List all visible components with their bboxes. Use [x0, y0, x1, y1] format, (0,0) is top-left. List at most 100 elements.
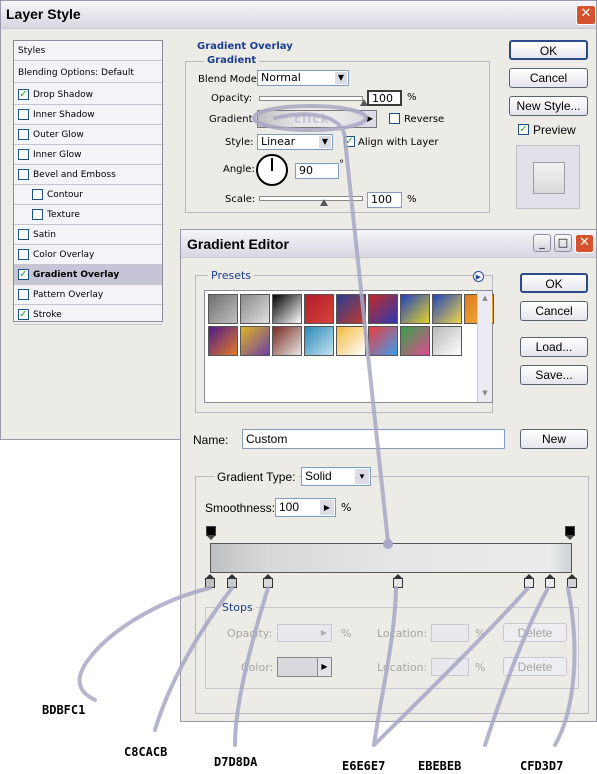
- style-item-texture[interactable]: Texture: [14, 205, 162, 225]
- color-stop[interactable]: [567, 574, 577, 588]
- smoothness-input[interactable]: 100 ▶: [275, 498, 336, 517]
- style-item-checkbox[interactable]: [32, 189, 43, 200]
- scroll-up-icon[interactable]: ▲: [479, 292, 491, 304]
- save-button[interactable]: Save...: [520, 365, 588, 385]
- minimize-icon[interactable]: _: [533, 234, 551, 252]
- angle-input[interactable]: 90: [295, 163, 339, 179]
- scale-slider[interactable]: [259, 196, 363, 206]
- load-button[interactable]: Load...: [520, 337, 588, 357]
- scale-input[interactable]: 100: [367, 192, 402, 208]
- stop-opacity-arrow-icon[interactable]: ▶: [318, 626, 330, 640]
- preset-swatch[interactable]: [272, 294, 302, 324]
- preset-swatch[interactable]: [368, 294, 398, 324]
- style-item-checkbox[interactable]: ✓: [18, 89, 29, 100]
- preset-swatch[interactable]: [208, 326, 238, 356]
- gradient-preview-button[interactable]: click ▶: [257, 110, 377, 128]
- preset-swatch[interactable]: [240, 326, 270, 356]
- style-item-checkbox[interactable]: [18, 249, 29, 260]
- preset-swatch[interactable]: [336, 294, 366, 324]
- preset-swatch[interactable]: [368, 326, 398, 356]
- style-item-checkbox[interactable]: [18, 229, 29, 240]
- chevron-down-icon: ▼: [355, 469, 369, 484]
- stop-opacity-location-input[interactable]: [431, 624, 469, 642]
- blending-options-item[interactable]: Blending Options: Default: [14, 63, 162, 83]
- style-item-checkbox[interactable]: [18, 289, 29, 300]
- style-item-inner-glow[interactable]: Inner Glow: [14, 145, 162, 165]
- gradient-type-select[interactable]: Solid ▼: [301, 467, 371, 486]
- style-item-stroke[interactable]: ✓ Stroke: [14, 305, 162, 325]
- stop-opacity-input[interactable]: ▶: [277, 624, 332, 642]
- gradient-picker-icon[interactable]: ▶: [364, 111, 376, 127]
- gradient-editor-cancel-button[interactable]: Cancel: [520, 301, 588, 321]
- style-item-pattern-overlay[interactable]: Pattern Overlay: [14, 285, 162, 305]
- stop-color-arrow-icon[interactable]: ▶: [317, 658, 331, 676]
- preset-swatch[interactable]: [208, 294, 238, 324]
- preset-swatch[interactable]: [400, 294, 430, 324]
- preview-checkbox[interactable]: ✓: [518, 124, 529, 135]
- style-item-checkbox[interactable]: ✓: [18, 269, 29, 280]
- style-item-checkbox[interactable]: [18, 169, 29, 180]
- color-stop[interactable]: [393, 574, 404, 588]
- style-item-checkbox[interactable]: [18, 109, 29, 120]
- preset-swatch[interactable]: [400, 326, 430, 356]
- new-gradient-button[interactable]: New: [520, 429, 588, 449]
- preset-swatch[interactable]: [240, 294, 270, 324]
- style-item-bevel-and-emboss[interactable]: Bevel and Emboss: [14, 165, 162, 185]
- style-item-drop-shadow[interactable]: ✓ Drop Shadow: [14, 85, 162, 105]
- opacity-slider[interactable]: [259, 96, 368, 106]
- scale-percent: %: [407, 194, 417, 205]
- angle-dial[interactable]: [256, 154, 288, 186]
- stop-color-location-label: Location:: [377, 661, 428, 674]
- layer-style-titlebar[interactable]: Layer Style ✕: [1, 1, 596, 29]
- presets-menu-icon[interactable]: ▶: [473, 271, 484, 282]
- scroll-down-icon[interactable]: ▼: [479, 387, 491, 399]
- style-item-outer-glow[interactable]: Outer Glow: [14, 125, 162, 145]
- blend-mode-select[interactable]: Normal ▼: [257, 70, 349, 86]
- align-with-layer-checkbox[interactable]: ✓: [344, 136, 355, 147]
- styles-header[interactable]: Styles: [14, 41, 162, 61]
- style-item-contour[interactable]: Contour: [14, 185, 162, 205]
- stop-color-swatch[interactable]: ▶: [277, 657, 332, 677]
- style-item-gradient-overlay[interactable]: ✓ Gradient Overlay: [14, 265, 162, 285]
- stop-color-location-input[interactable]: [431, 658, 469, 676]
- scale-slider-thumb[interactable]: [320, 199, 328, 206]
- opacity-input[interactable]: 100: [367, 90, 402, 106]
- name-input[interactable]: Custom: [242, 429, 505, 449]
- gradient-editor-titlebar[interactable]: Gradient Editor _ □ ✕: [181, 230, 596, 258]
- smoothness-arrow-icon[interactable]: ▶: [320, 500, 334, 515]
- delete-opacity-stop-button[interactable]: Delete: [503, 623, 567, 642]
- style-item-checkbox[interactable]: [18, 129, 29, 140]
- style-item-inner-shadow[interactable]: Inner Shadow: [14, 105, 162, 125]
- color-stop[interactable]: [545, 574, 556, 588]
- color-stop[interactable]: [262, 574, 273, 588]
- layer-style-cancel-button[interactable]: Cancel: [509, 68, 588, 88]
- maximize-icon[interactable]: □: [554, 234, 572, 252]
- layer-style-ok-button[interactable]: OK: [509, 40, 588, 60]
- opacity-stop-right[interactable]: [565, 526, 575, 540]
- preset-swatch[interactable]: [432, 326, 462, 356]
- preset-swatch[interactable]: [272, 326, 302, 356]
- gradient-editor-ok-button[interactable]: OK: [520, 273, 588, 293]
- new-style-button[interactable]: New Style...: [509, 96, 588, 116]
- preset-swatch[interactable]: [304, 294, 334, 324]
- presets-label: Presets: [208, 269, 255, 282]
- preset-swatch[interactable]: [432, 294, 462, 324]
- style-item-checkbox[interactable]: [32, 209, 43, 220]
- gradient-bar[interactable]: [210, 543, 572, 573]
- style-item-checkbox[interactable]: ✓: [18, 309, 29, 320]
- style-item-satin[interactable]: Satin: [14, 225, 162, 245]
- presets-scrollbar[interactable]: ▲ ▼: [477, 291, 492, 402]
- opacity-stop-left[interactable]: [206, 526, 216, 540]
- delete-color-stop-button[interactable]: Delete: [503, 657, 567, 676]
- layer-style-close-icon[interactable]: ✕: [576, 5, 596, 25]
- style-item-checkbox[interactable]: [18, 149, 29, 160]
- style-select[interactable]: Linear ▼: [257, 134, 333, 150]
- gradient-editor-close-icon[interactable]: ✕: [575, 234, 594, 253]
- color-stop[interactable]: [226, 574, 237, 588]
- preset-swatch[interactable]: [336, 326, 366, 356]
- color-stop[interactable]: [205, 574, 215, 588]
- style-item-color-overlay[interactable]: Color Overlay: [14, 245, 162, 265]
- reverse-checkbox[interactable]: [389, 113, 400, 124]
- preset-swatch[interactable]: [304, 326, 334, 356]
- color-stop[interactable]: [523, 574, 534, 588]
